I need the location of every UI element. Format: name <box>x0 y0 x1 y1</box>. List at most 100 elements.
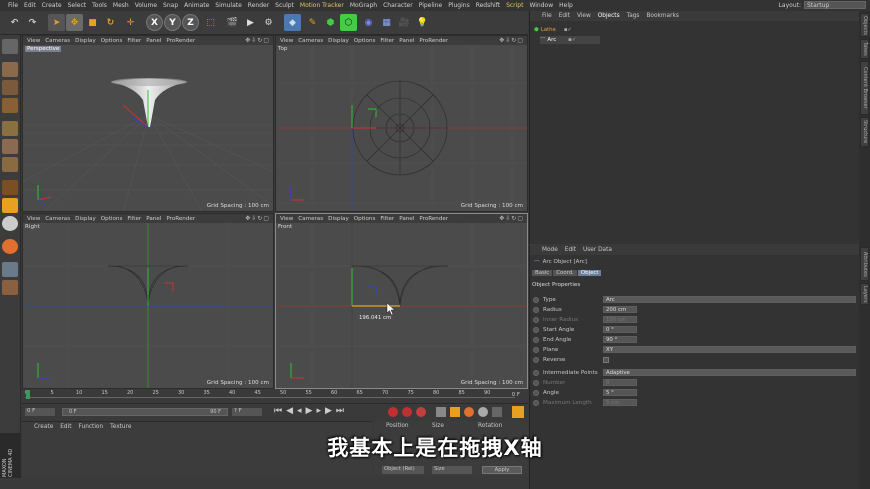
max-frame-field[interactable]: ? F <box>232 408 262 416</box>
visibility-icon[interactable]: ▪✓ <box>568 37 576 43</box>
tab-content-browser[interactable]: Content Browser <box>860 61 869 115</box>
tab-object[interactable]: Object <box>577 270 602 276</box>
viewport-perspective[interactable]: View Cameras Display Options Filter Pane… <box>22 35 274 212</box>
scale-key-icon[interactable] <box>450 407 460 417</box>
menu-file[interactable]: File <box>542 13 552 19</box>
menu-filter[interactable]: Filter <box>127 216 146 222</box>
timeline-icon[interactable] <box>512 406 524 418</box>
menu-create[interactable]: Create <box>34 424 53 430</box>
texture-mode-icon[interactable] <box>2 80 18 95</box>
render-view-icon[interactable]: 🎬 <box>224 14 241 31</box>
property-number[interactable]: Number 8 <box>533 378 858 387</box>
y-axis-icon[interactable]: Y <box>164 14 181 31</box>
menu-cameras[interactable]: Cameras <box>298 38 328 44</box>
menu-item-mograph[interactable]: MoGraph <box>347 2 380 9</box>
position-key-icon[interactable] <box>436 407 446 417</box>
menu-options[interactable]: Options <box>354 38 381 44</box>
property-start-angle[interactable]: Start Angle 0 ° <box>533 325 858 334</box>
tab-basic[interactable]: Basic <box>532 270 553 276</box>
menu-view[interactable]: View <box>280 216 298 222</box>
lock-workplane-icon[interactable] <box>2 280 18 295</box>
viewport-nav-icons[interactable]: ✥⇩↻▢ <box>245 215 270 222</box>
render-picture-icon[interactable]: ▶ <box>242 14 259 31</box>
menu-filter[interactable]: Filter <box>380 216 399 222</box>
select-icon[interactable]: ➤ <box>48 14 65 31</box>
visibility-icon[interactable]: ▪✓ <box>564 27 572 33</box>
make-editable-icon[interactable] <box>2 39 18 54</box>
floor-icon[interactable]: ▦ <box>378 14 395 31</box>
timeline-ruler[interactable]: 051015202530354045505560657075808590 0 F <box>22 389 528 402</box>
animate-dot-icon[interactable] <box>533 369 539 376</box>
menu-item-edit[interactable]: Edit <box>21 2 39 9</box>
animate-dot-icon[interactable] <box>533 399 539 406</box>
viewport-top[interactable]: View Cameras Display Options Filter Pane… <box>275 35 528 212</box>
property-intermediate-points[interactable]: Intermediate Points Adaptive <box>533 368 858 377</box>
rotation-key-icon[interactable] <box>464 407 474 417</box>
animate-dot-icon[interactable] <box>533 336 539 343</box>
edges-mode-icon[interactable] <box>2 139 18 154</box>
menu-item-tools[interactable]: Tools <box>89 2 110 9</box>
menu-mode[interactable]: Mode <box>542 247 558 253</box>
array-icon[interactable]: ⬡ <box>340 14 357 31</box>
menu-item-redshift[interactable]: Redshift <box>473 2 503 9</box>
tab-layers[interactable]: Layers <box>860 283 869 305</box>
scale-icon[interactable]: ■ <box>84 14 101 31</box>
solo-icon[interactable] <box>2 239 18 254</box>
menu-user-data[interactable]: User Data <box>583 247 612 253</box>
menu-bookmarks[interactable]: Bookmarks <box>646 13 678 19</box>
menu-cameras[interactable]: Cameras <box>45 216 75 222</box>
x-axis-handle[interactable] <box>122 104 149 128</box>
render-settings-icon[interactable]: ⚙ <box>260 14 277 31</box>
property-field[interactable]: 200 cm <box>603 306 637 313</box>
menu-item-help[interactable]: Help <box>556 2 576 9</box>
menu-display[interactable]: Display <box>75 216 101 222</box>
pen-icon[interactable]: ✎ <box>304 14 321 31</box>
coordinate-system-icon[interactable]: ⬚ <box>202 14 219 31</box>
menu-item-script[interactable]: Script <box>503 2 526 9</box>
menu-cameras[interactable]: Cameras <box>298 216 328 222</box>
menu-item-pipeline[interactable]: Pipeline <box>416 2 445 9</box>
snap-icon[interactable] <box>2 216 18 231</box>
property-dropdown[interactable]: Adaptive <box>603 369 856 376</box>
pla-key-icon[interactable] <box>492 407 502 417</box>
tweak-mode-icon[interactable] <box>2 198 18 213</box>
property-maximum-length[interactable]: Maximum Length 5 cm <box>533 398 858 407</box>
coord-mode-select[interactable]: Object (Rel) <box>382 466 424 474</box>
property-field[interactable]: 5 ° <box>603 389 637 396</box>
property-radius[interactable]: Radius 200 cm <box>533 305 858 314</box>
menu-item-sculpt[interactable]: Sculpt <box>272 2 297 9</box>
menu-view[interactable]: View <box>27 38 45 44</box>
polygons-mode-icon[interactable] <box>2 157 18 172</box>
object-row-arc[interactable]: ⌒ Arc ▪✓ <box>540 36 600 44</box>
animate-dot-icon[interactable] <box>533 346 539 353</box>
z-axis-icon[interactable]: Z <box>182 14 199 31</box>
tab-structure[interactable]: Structure <box>860 117 869 147</box>
menu-item-mesh[interactable]: Mesh <box>110 2 132 9</box>
cube-icon[interactable]: ◆ <box>284 14 301 31</box>
animate-dot-icon[interactable] <box>533 296 539 303</box>
menu-view[interactable]: View <box>280 38 298 44</box>
workplane-icon[interactable] <box>2 262 18 277</box>
viewport-nav-icons[interactable]: ✥⇩↻▢ <box>245 37 270 44</box>
property-checkbox[interactable] <box>603 356 609 363</box>
tab-objects[interactable]: Objects <box>860 13 869 37</box>
current-frame-field[interactable]: 0 F <box>25 408 55 416</box>
param-key-icon[interactable] <box>478 407 488 417</box>
menu-prorender[interactable]: ProRender <box>419 38 453 44</box>
property-field[interactable]: 0 ° <box>603 326 637 333</box>
menu-panel[interactable]: Panel <box>146 38 166 44</box>
tab-takes[interactable]: Takes <box>860 39 869 59</box>
light-icon[interactable]: 💡 <box>414 14 431 31</box>
playhead[interactable] <box>26 390 30 399</box>
menu-prorender[interactable]: ProRender <box>166 38 200 44</box>
keyframe-selection-icon[interactable] <box>416 407 426 417</box>
subdivision-icon[interactable]: ⬢ <box>322 14 339 31</box>
menu-display[interactable]: Display <box>75 38 101 44</box>
viewport-front[interactable]: View Cameras Display Options Filter Pane… <box>275 213 528 389</box>
menu-item-character[interactable]: Character <box>380 2 416 9</box>
menu-display[interactable]: Display <box>328 38 354 44</box>
menu-options[interactable]: Options <box>101 216 128 222</box>
undo-icon[interactable]: ↶ <box>6 14 23 31</box>
layout-switcher[interactable]: Layout: Startup <box>779 1 866 9</box>
animate-dot-icon[interactable] <box>533 306 539 313</box>
